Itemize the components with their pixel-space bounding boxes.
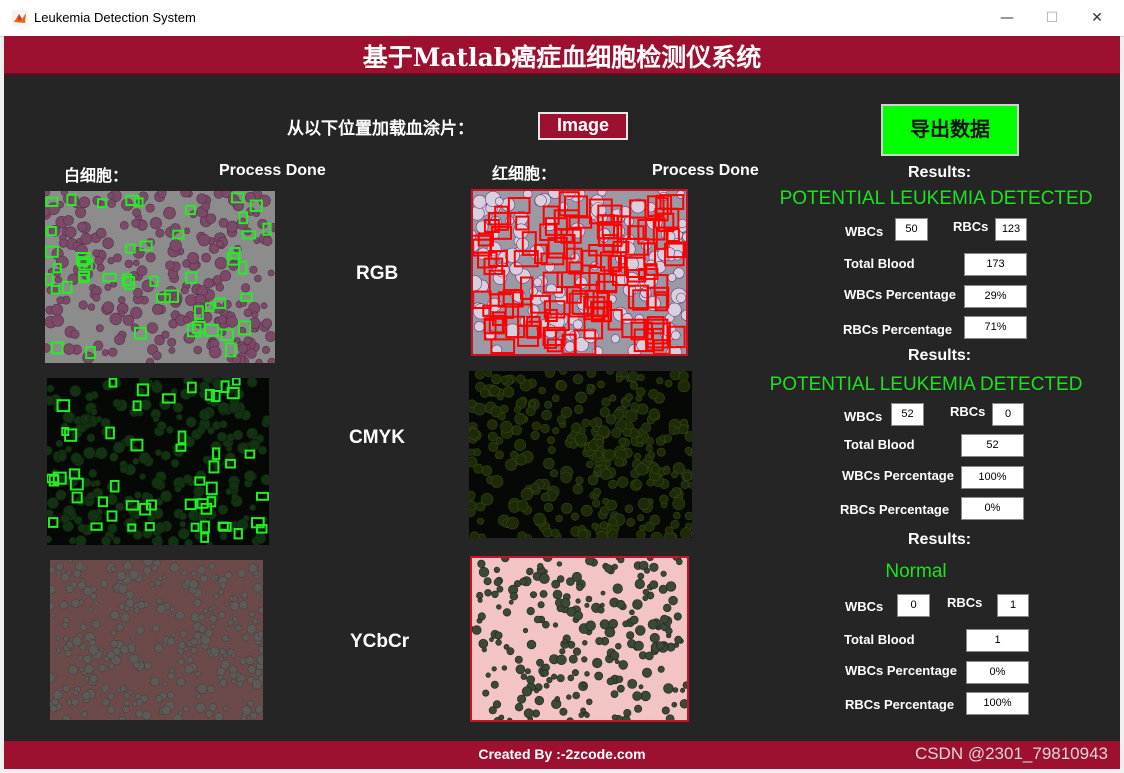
footer-banner: Created By :-2zcode.com CSDN @2301_79810… xyxy=(4,741,1120,769)
total-value-2[interactable]: 52 xyxy=(961,434,1024,457)
wbc-ycbcr-image xyxy=(50,560,263,720)
rbc-cmyk-image xyxy=(469,371,692,538)
rbcs-label-2: RBCs xyxy=(950,404,986,419)
colorspace-label-ycbcr: YCbCr xyxy=(350,631,410,652)
wbc-pct-label-2: WBCs Percentage xyxy=(842,468,954,483)
rbc-pct-value-3[interactable]: 100% xyxy=(966,692,1029,715)
rbcs-label-3: RBCs xyxy=(947,595,983,610)
result-status-2: POTENTIAL LEUKEMIA DETECTED xyxy=(769,374,1083,395)
close-button[interactable]: ✕ xyxy=(1079,6,1115,30)
rbc-ycbcr-image xyxy=(470,556,689,722)
export-data-button[interactable]: 导出数据 xyxy=(881,104,1019,156)
wbcs-value-1[interactable]: 50 xyxy=(895,218,928,241)
total-value-1[interactable]: 173 xyxy=(964,253,1027,276)
total-label-1: Total Blood xyxy=(844,256,915,271)
wbc-cmyk-image xyxy=(47,378,269,545)
results-heading-3: Results: xyxy=(908,531,972,548)
header-banner: 基于Matlab癌症血细胞检测仪系统 xyxy=(4,36,1120,75)
app-frame: 基于Matlab癌症血细胞检测仪系统 从以下位置加载血涂片： Image 导出数… xyxy=(4,36,1120,769)
load-label: 从以下位置加载血涂片： xyxy=(287,119,474,139)
rbcs-label-1: RBCs xyxy=(953,219,989,234)
minimize-button[interactable]: — xyxy=(989,6,1025,30)
wbc-pct-value-3[interactable]: 0% xyxy=(966,661,1029,684)
total-label-2: Total Blood xyxy=(844,437,915,452)
wbcs-value-2[interactable]: 52 xyxy=(891,403,924,426)
wbc-label: 白细胞： xyxy=(64,166,129,185)
result-status-3: Normal xyxy=(885,561,947,582)
results-heading-2: Results: xyxy=(908,347,972,364)
total-label-3: Total Blood xyxy=(844,632,915,647)
result-status-1: POTENTIAL LEUKEMIA DETECTED xyxy=(779,188,1093,209)
rbcs-value-1[interactable]: 123 xyxy=(995,218,1027,241)
wbc-pct-value-2[interactable]: 100% xyxy=(961,466,1024,489)
wbc-pct-label-1: WBCs Percentage xyxy=(844,287,956,302)
watermark: CSDN @2301_79810943 xyxy=(914,744,1108,763)
rbc-pct-label-3: RBCs Percentage xyxy=(845,697,955,712)
rbcs-value-2[interactable]: 0 xyxy=(992,403,1024,426)
wbc-pct-label-3: WBCs Percentage xyxy=(845,663,957,678)
page-title: 基于Matlab癌症血细胞检测仪系统 xyxy=(362,43,762,72)
wbc-pct-value-1[interactable]: 29% xyxy=(964,285,1027,308)
maximize-button[interactable]: ☐ xyxy=(1034,6,1070,30)
total-value-3[interactable]: 1 xyxy=(966,629,1029,652)
rbc-label: 红细胞： xyxy=(492,164,557,183)
wbcs-value-3[interactable]: 0 xyxy=(897,594,930,617)
rbc-pct-value-1[interactable]: 71% xyxy=(964,316,1027,339)
rbc-pct-label-2: RBCs Percentage xyxy=(840,502,950,517)
wbc-status: Process Done xyxy=(219,162,326,179)
wbc-rgb-image xyxy=(45,191,275,363)
load-image-button[interactable]: Image xyxy=(538,112,628,140)
results-heading-1: Results: xyxy=(908,164,972,181)
colorspace-label-rgb: RGB xyxy=(356,263,399,284)
rbc-pct-label-1: RBCs Percentage xyxy=(843,322,953,337)
wbcs-label-1: WBCs xyxy=(845,224,884,239)
rbc-rgb-image xyxy=(471,189,688,356)
window-title: Leukemia Detection System xyxy=(34,10,196,25)
rbc-pct-value-2[interactable]: 0% xyxy=(961,497,1024,520)
colorspace-label-cmyk: CMYK xyxy=(349,427,405,448)
matlab-icon xyxy=(12,10,28,26)
rbc-status: Process Done xyxy=(652,162,759,179)
window-titlebar: Leukemia Detection System — ☐ ✕ xyxy=(0,0,1124,37)
rbcs-value-3[interactable]: 1 xyxy=(997,594,1029,617)
wbcs-label-2: WBCs xyxy=(844,409,883,424)
wbcs-label-3: WBCs xyxy=(845,599,884,614)
